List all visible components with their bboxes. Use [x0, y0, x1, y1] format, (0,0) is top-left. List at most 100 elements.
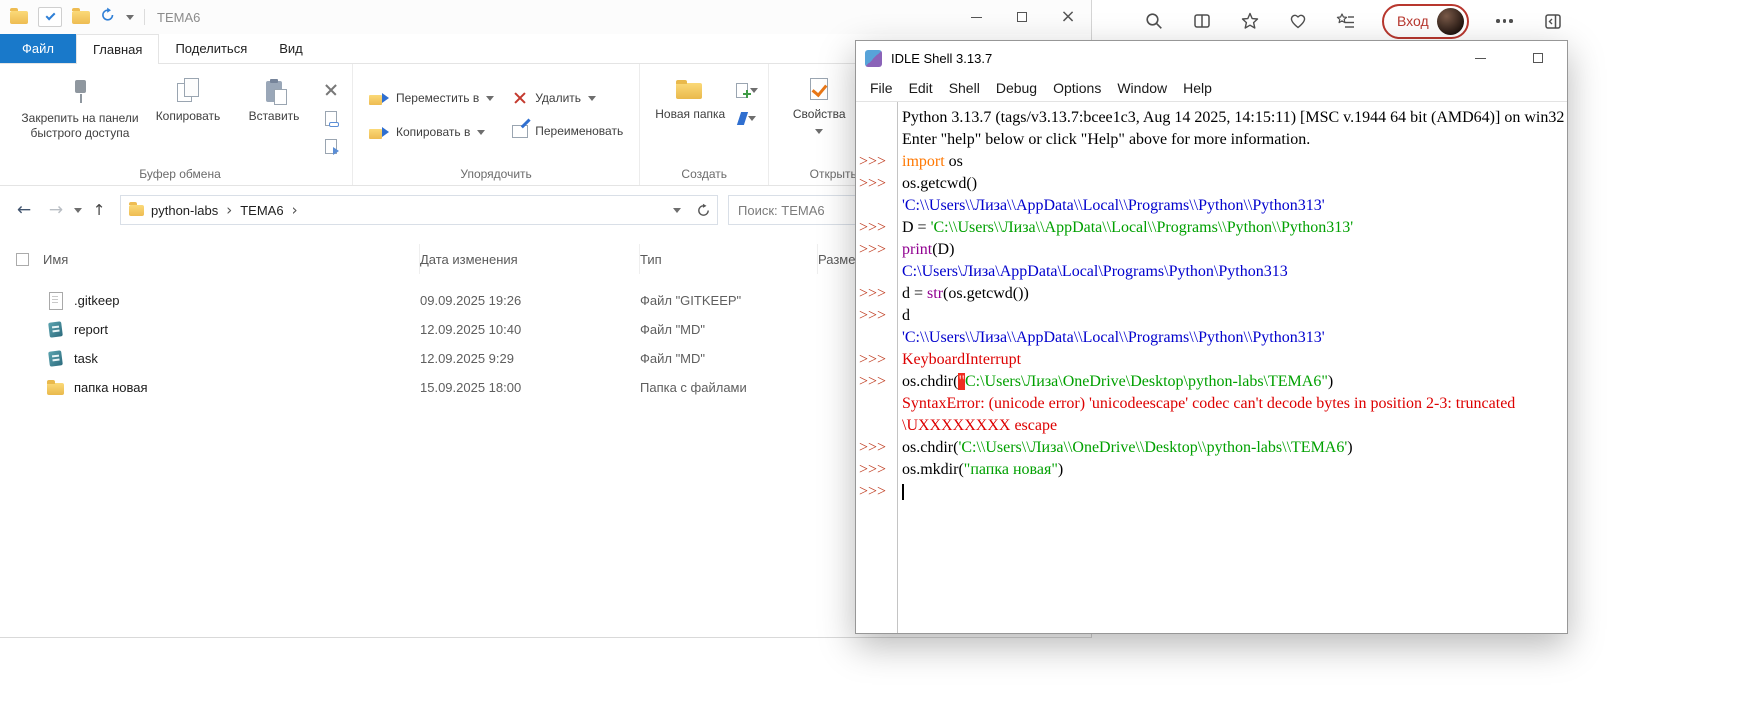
ribbon-group-create: Новая папка Создать — [639, 64, 768, 185]
shell-line: >>>D = 'C:\\Users\\Лиза\\AppData\\Local\… — [856, 217, 1567, 239]
address-folder-icon — [129, 205, 144, 216]
copy-to-label: Копировать в — [396, 125, 470, 139]
address-dropdown-caret-icon[interactable] — [665, 196, 689, 224]
menu-file[interactable]: File — [862, 80, 901, 96]
shell-prompt: >>> — [856, 437, 897, 459]
refresh-icon[interactable] — [689, 196, 717, 224]
rename-label: Переименовать — [535, 124, 623, 138]
signin-button[interactable]: Вход — [1382, 4, 1469, 39]
shell-prompt: >>> — [856, 371, 897, 393]
new-item-button[interactable] — [734, 78, 760, 102]
paste-shortcut-button[interactable] — [318, 134, 344, 158]
clipboard-small-buttons — [318, 72, 344, 158]
shell-prompt: >>> — [856, 305, 897, 327]
maximize-button[interactable] — [999, 0, 1045, 34]
more-menu-icon[interactable] — [1493, 9, 1517, 33]
delete-button[interactable]: Удалить — [504, 88, 631, 108]
quick-access-toolbar: TEMA6 — [10, 7, 200, 28]
forward-button[interactable]: → — [42, 200, 70, 220]
back-button[interactable]: ← — [10, 200, 38, 220]
menu-shell[interactable]: Shell — [941, 80, 988, 96]
file-type: Файл "GITKEEP" — [640, 293, 741, 308]
paste-icon — [266, 81, 282, 102]
quick-access-check-button[interactable] — [38, 7, 62, 27]
file-date: 12.09.2025 9:29 — [420, 351, 640, 366]
favorites-star-icon[interactable] — [1238, 9, 1262, 33]
menu-debug[interactable]: Debug — [988, 80, 1045, 96]
folder-icon — [46, 379, 66, 396]
shell-text-area[interactable]: Python 3.13.7 (tags/v3.13.7:bcee1c3, Aug… — [856, 102, 1567, 633]
shell-line-text: print(D) — [897, 239, 1567, 261]
cut-button[interactable] — [318, 78, 344, 102]
column-header-date[interactable]: Дата изменения — [420, 244, 640, 274]
rename-button[interactable]: Переименовать — [504, 122, 631, 140]
new-item-icon — [736, 83, 748, 98]
new-folder-button[interactable]: Новая папка — [648, 72, 732, 124]
file-icon — [46, 292, 66, 309]
menu-help[interactable]: Help — [1175, 80, 1220, 96]
undo-icon[interactable] — [100, 7, 116, 28]
shell-line-text: Python 3.13.7 (tags/v3.13.7:bcee1c3, Aug… — [897, 107, 1567, 129]
delete-caret-icon — [588, 96, 596, 101]
pin-to-quick-access-button[interactable]: Закрепить на панели быстрого доступа — [16, 72, 144, 143]
file-date: 09.09.2025 19:26 — [420, 293, 640, 308]
tab-home[interactable]: Главная — [76, 34, 159, 64]
shell-line-text: KeyboardInterrupt — [897, 349, 1567, 371]
shell-line-text: os.getcwd() — [897, 173, 1567, 195]
paste-button[interactable]: Вставить — [232, 72, 316, 126]
menu-edit[interactable]: Edit — [901, 80, 941, 96]
up-button[interactable]: ↑ — [86, 201, 112, 219]
menu-options[interactable]: Options — [1045, 80, 1109, 96]
minimize-button[interactable] — [953, 0, 999, 34]
shell-prompt: >>> — [856, 239, 897, 261]
copy-path-button[interactable] — [318, 106, 344, 130]
pin-icon — [74, 78, 87, 104]
tab-share[interactable]: Поделиться — [159, 34, 263, 63]
collections-icon[interactable] — [1334, 9, 1358, 33]
shell-line: >>>d — [856, 305, 1567, 327]
shell-line: >>>print(D) — [856, 239, 1567, 261]
idle-minimize-button[interactable] — [1451, 41, 1509, 75]
properties-icon — [810, 78, 828, 100]
easy-access-button[interactable] — [734, 106, 760, 130]
file-name: папка новая — [74, 380, 420, 395]
breadcrumb-python-labs[interactable]: python-labs — [144, 203, 225, 218]
column-header-type[interactable]: Тип — [640, 244, 818, 274]
copy-button[interactable]: Копировать — [146, 72, 230, 126]
shell-line-text: import os — [897, 151, 1567, 173]
breadcrumb-tema6[interactable]: TEMA6 — [233, 203, 290, 218]
quick-access-caret-icon[interactable] — [126, 15, 134, 20]
copy-to-button[interactable]: Копировать в — [361, 122, 502, 142]
column-header-name[interactable]: Имя — [43, 244, 420, 274]
search-icon[interactable] — [1142, 9, 1166, 33]
folder-shortcut-icon[interactable] — [72, 11, 90, 24]
prompt-gutter-divider — [897, 102, 898, 633]
shell-line-text: 'C:\\Users\\Лиза\\AppData\\Local\\Progra… — [897, 195, 1567, 217]
sidebar-toggle-icon[interactable] — [1541, 9, 1565, 33]
move-to-button[interactable]: Переместить в — [361, 88, 502, 108]
shell-line-text: os.chdir('C:\\Users\\Лиза\\OneDrive\\Des… — [897, 437, 1567, 459]
browser-essentials-heart-icon[interactable] — [1286, 9, 1310, 33]
select-all-checkbox[interactable] — [16, 253, 29, 266]
shell-prompt — [856, 327, 897, 349]
shell-line-text — [897, 481, 1567, 503]
tab-view[interactable]: Вид — [263, 34, 319, 63]
tab-file[interactable]: Файл — [0, 34, 76, 63]
breadcrumb-chevron-icon[interactable]: › — [225, 201, 233, 219]
split-screen-icon[interactable] — [1190, 9, 1214, 33]
file-name: .gitkeep — [74, 293, 420, 308]
new-folder-icon — [675, 78, 705, 100]
breadcrumb-chevron-icon[interactable]: › — [291, 201, 299, 219]
shell-prompt — [856, 129, 897, 151]
shell-prompt — [856, 195, 897, 217]
close-button[interactable]: × — [1045, 0, 1091, 34]
window-folder-icon — [10, 11, 28, 24]
paste-shortcut-icon — [325, 139, 337, 154]
address-bar[interactable]: python-labs › TEMA6 › — [120, 195, 718, 225]
properties-button[interactable]: Свойства — [777, 72, 861, 136]
idle-maximize-button[interactable] — [1509, 41, 1567, 75]
menu-window[interactable]: Window — [1109, 80, 1175, 96]
file-date: 12.09.2025 10:40 — [420, 322, 640, 337]
paste-label: Вставить — [249, 109, 300, 124]
recent-locations-caret-icon[interactable] — [74, 208, 82, 213]
